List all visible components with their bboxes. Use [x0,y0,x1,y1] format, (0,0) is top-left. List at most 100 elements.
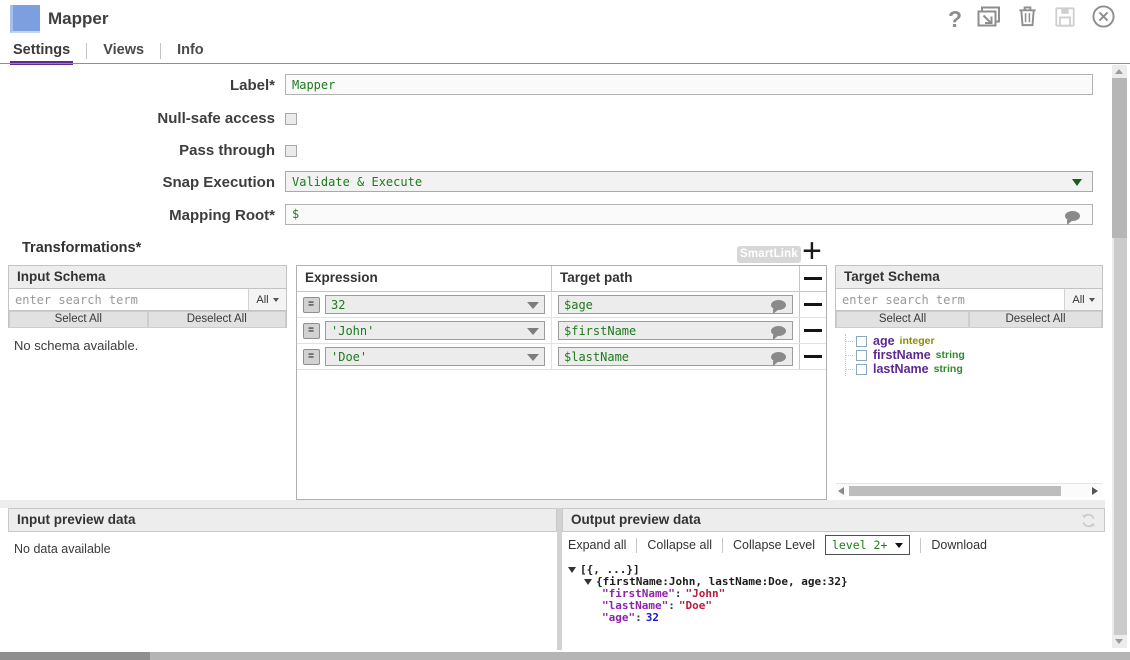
schema-checkbox[interactable] [856,350,867,361]
tab-views[interactable]: Views [100,42,147,61]
delete-icon[interactable] [1016,5,1039,33]
schema-checkbox[interactable] [856,364,867,375]
remove-row-icon[interactable] [804,355,822,358]
pass-through-label: Pass through [0,142,275,159]
input-schema-title: Input Schema [8,265,287,289]
collapse-level-select[interactable]: level 2+ [825,535,910,555]
expression-bubble-icon[interactable] [771,326,786,336]
scroll-down-icon[interactable] [1115,639,1123,644]
download-link[interactable]: Download [931,538,987,552]
scroll-up-icon[interactable] [1115,69,1123,74]
snap-icon [10,5,40,33]
main-vscrollbar [1112,65,1127,648]
section-divider [0,500,1105,508]
vscroll-thumb[interactable] [1112,78,1127,238]
collapse-node-icon[interactable] [568,567,576,573]
popout-icon[interactable] [977,6,1001,33]
schema-item-firstName[interactable]: firstName string [846,348,1103,362]
hscroll-thumb[interactable] [849,486,1061,496]
expand-all-link[interactable]: Expand all [568,538,626,552]
input-schema-search-row: All [8,289,287,311]
expression-bubble-icon[interactable] [771,300,786,310]
mapping-root-input[interactable]: $ [285,204,1093,225]
suggest-dropdown-icon[interactable] [527,302,539,309]
null-safe-checkbox[interactable] [285,113,297,125]
snap-execution-label: Snap Execution [0,174,275,191]
target-schema-filter-dropdown[interactable]: All [1064,289,1102,310]
expression-bubble-icon[interactable] [1065,211,1080,221]
json-field-line: "firstName":"John" [602,588,1105,600]
tab-settings[interactable]: Settings [10,42,73,65]
hscroll-thumb[interactable] [0,652,150,660]
remove-row-cell [799,266,826,291]
target-schema-tree: age integer firstName string lastName st… [845,334,1103,376]
input-select-all-button[interactable]: Select All [9,311,148,328]
expression-input[interactable]: 32 [325,295,545,314]
label-input[interactable] [285,74,1093,95]
expression-toggle-button[interactable]: = [303,297,320,313]
remove-row-icon[interactable] [804,277,822,280]
snap-execution-select[interactable]: Validate & Execute [285,171,1093,192]
remove-row-icon[interactable] [804,329,822,332]
suggest-dropdown-icon[interactable] [527,354,539,361]
input-schema-filter-dropdown[interactable]: All [248,289,286,310]
target-schema-hscrollbar [836,483,1102,497]
target-schema-title: Target Schema [835,265,1103,289]
collapse-node-icon[interactable] [584,579,592,585]
tab-info[interactable]: Info [174,42,207,61]
output-preview-toolbar: Expand all Collapse all Collapse Level l… [562,532,1105,558]
smartlink-button[interactable]: SmartLink [737,246,801,263]
target-deselect-all-button[interactable]: Deselect All [969,311,1102,328]
page-hscrollbar [0,652,1130,660]
pass-through-checkbox[interactable] [285,145,297,157]
scroll-right-icon[interactable] [1092,487,1098,495]
mapper-settings-dialog: Mapper ? [0,0,1130,660]
toolbar-separator [920,538,921,553]
json-field-line: "age":32 [602,612,1105,624]
input-schema-buttons: Select All Deselect All [8,311,287,328]
chevron-down-icon [273,298,279,302]
transformations-table: Expression Target path = 32 $age = 'John… [296,265,827,500]
schema-checkbox[interactable] [856,336,867,347]
expression-input[interactable]: 'Doe' [325,347,545,366]
target-schema-search-input[interactable] [836,289,1064,310]
target-select-all-button[interactable]: Select All [836,311,969,328]
output-json-tree: [{, ...}] {firstName:John, lastName:Doe,… [562,558,1105,624]
json-field-line: "lastName":"Doe" [602,600,1105,612]
expression-input[interactable]: 'John' [325,321,545,340]
table-row: = 'John' $firstName [297,318,826,344]
add-row-icon[interactable]: + [802,234,822,268]
expression-bubble-icon[interactable] [771,352,786,362]
tab-separator [86,43,87,59]
toolbar-separator [636,538,637,553]
target-path-input[interactable]: $age [558,295,793,314]
target-path-input[interactable]: $firstName [558,321,793,340]
vscroll-track[interactable] [1114,238,1127,635]
collapse-all-link[interactable]: Collapse all [647,538,712,552]
input-preview-panel: Input preview data No data available [8,508,557,648]
schema-item-age[interactable]: age integer [846,334,1103,348]
tab-bar: Settings Views Info [10,42,207,64]
input-schema-panel: Input Schema All Select All Deselect All… [8,265,287,500]
schema-item-lastName[interactable]: lastName string [846,362,1103,376]
close-icon[interactable] [1091,4,1116,34]
scroll-left-icon[interactable] [838,487,844,495]
input-deselect-all-button[interactable]: Deselect All [148,311,287,328]
save-icon[interactable] [1054,6,1076,33]
refresh-icon[interactable] [1081,513,1096,535]
input-preview-title: Input preview data [8,508,557,532]
target-path-input[interactable]: $lastName [558,347,793,366]
target-schema-search-row: All [835,289,1103,311]
tab-separator [160,43,161,59]
remove-row-icon[interactable] [804,303,822,306]
input-schema-search-input[interactable] [9,289,248,310]
suggest-dropdown-icon[interactable] [527,328,539,335]
table-row: = 32 $age [297,292,826,318]
null-safe-label: Null-safe access [0,110,275,127]
help-icon[interactable]: ? [948,5,962,33]
expression-toggle-button[interactable]: = [303,349,320,365]
target-schema-panel: Target Schema All Select All Deselect Al… [835,265,1103,498]
expression-toggle-button[interactable]: = [303,323,320,339]
table-row: = 'Doe' $lastName [297,344,826,370]
chevron-down-icon [895,543,903,548]
